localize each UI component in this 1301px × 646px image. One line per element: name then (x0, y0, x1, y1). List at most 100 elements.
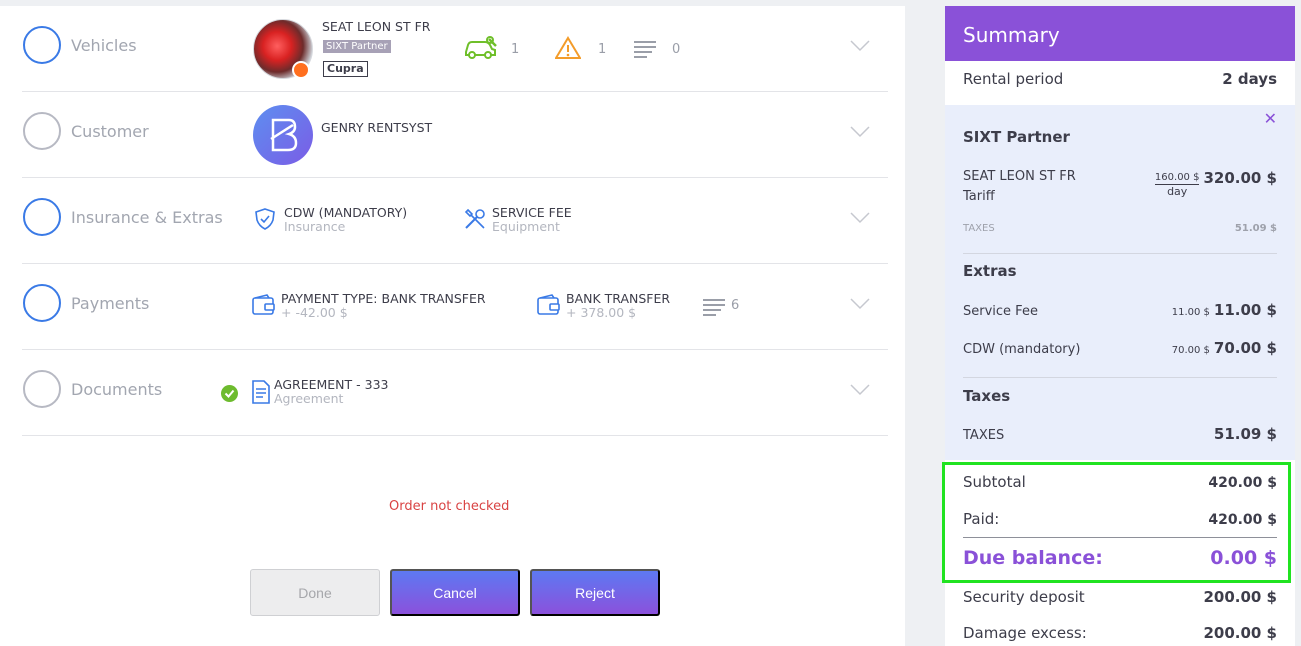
unit-price: 160.00 $ (1154, 172, 1200, 185)
taxes-small-label: TAXES (963, 223, 995, 234)
summary-panel: Summary Rental period 2 days ✕ SIXT Part… (945, 6, 1295, 646)
paid-value: 420.00 $ (1208, 512, 1277, 528)
warning-icon (555, 36, 581, 60)
customer-name: GENRY RENTSYST (321, 120, 433, 135)
damage-excess-label: Damage excess: (963, 624, 1087, 642)
extra-label: Service Fee (963, 304, 1038, 319)
car-name: SEAT LEON ST FR (322, 19, 431, 34)
car-line2: Tariff (963, 189, 995, 204)
document-icon (251, 380, 271, 404)
extra-total: 11.00 $ (1213, 301, 1277, 319)
notes-icon (702, 298, 726, 316)
taxes-label: TAXES (963, 428, 1005, 443)
security-deposit-row: Security deposit 200.00 $ (963, 588, 1277, 606)
taxes-small-row: TAXES 51.09 $ (963, 223, 1277, 234)
status-dot (292, 61, 310, 79)
reject-button[interactable]: Reject (530, 569, 660, 616)
chevron-down-icon[interactable] (850, 126, 870, 138)
divider (963, 253, 1277, 254)
section-title-payments: Payments (71, 294, 150, 313)
customer-avatar (253, 105, 313, 165)
section-title-insurance: Insurance & Extras (71, 208, 223, 227)
chevron-down-icon[interactable] (850, 40, 870, 52)
taxes-small-value: 51.09 $ (1234, 223, 1277, 234)
done-button[interactable]: Done (250, 569, 380, 616)
extra-row: CDW (mandatory) 70.00 $70.00 $ (963, 338, 1277, 357)
divider (963, 537, 1277, 538)
taxes-title: Taxes (963, 387, 1011, 405)
insurance-item-sub: Insurance (284, 219, 346, 234)
cancel-button[interactable]: Cancel (390, 569, 520, 616)
chevron-down-icon[interactable] (850, 298, 870, 310)
step-circle-documents (23, 370, 61, 408)
shield-icon (255, 208, 275, 230)
check-circle-icon (221, 385, 238, 402)
warning-count: 1 (598, 42, 607, 57)
extra-item-sub: Equipment (492, 219, 560, 234)
security-deposit-label: Security deposit (963, 588, 1085, 606)
section-insurance-extras[interactable]: Insurance & Extras CDW (MANDATORY) Insur… (22, 178, 888, 264)
paid-row: Paid: 420.00 $ (963, 510, 1277, 528)
step-circle-payments (23, 284, 61, 322)
car-line1: SEAT LEON ST FR (963, 169, 1076, 184)
payment-item-amount: + -42.00 $ (281, 305, 348, 320)
section-customer[interactable]: Customer GENRY RENTSYST (22, 92, 888, 178)
car-tariff-label: SEAT LEON ST FR Tariff (963, 167, 1076, 207)
tools-icon (463, 207, 487, 231)
step-circle-vehicles (23, 26, 61, 64)
subtotal-row: Subtotal 420.00 $ (963, 473, 1277, 491)
order-status: Order not checked (389, 499, 510, 514)
damage-excess-value: 200.00 $ (1203, 624, 1277, 642)
notes-icon (633, 40, 657, 58)
close-icon[interactable]: ✕ (1264, 109, 1277, 128)
section-title-vehicles: Vehicles (71, 36, 137, 55)
divider (963, 377, 1277, 378)
chevron-down-icon[interactable] (850, 212, 870, 224)
extra-item-title: SERVICE FEE (492, 205, 572, 220)
order-panel: Vehicles SEAT LEON ST FR SIXT Partner Cu… (0, 6, 905, 646)
due-balance-row: Due balance: 0.00 $ (963, 547, 1277, 569)
partner-tag: SIXT Partner (323, 40, 391, 53)
due-balance-label: Due balance: (963, 547, 1103, 569)
car-price: 160.00 $ day 320.00 $ (1154, 169, 1277, 198)
document-title: AGREEMENT - 333 (274, 377, 389, 392)
payment-item-title: BANK TRANSFER (566, 291, 671, 306)
security-deposit-value: 200.00 $ (1203, 588, 1277, 606)
notes-count: 6 (731, 298, 740, 313)
due-balance-value: 0.00 $ (1210, 547, 1277, 569)
car-tariff-row: SEAT LEON ST FR Tariff 160.00 $ day 320.… (963, 167, 1277, 207)
step-circle-insurance (23, 198, 61, 236)
section-documents[interactable]: Documents AGREEMENT - 333 Agreement (22, 350, 888, 436)
wallet-icon (537, 294, 561, 316)
unit: day (1167, 185, 1188, 198)
extra-row: Service Fee 11.00 $11.00 $ (963, 300, 1277, 319)
rental-period-label: Rental period (963, 70, 1064, 88)
rental-period-value: 2 days (1222, 70, 1277, 88)
maintenance-count: 1 (511, 42, 520, 57)
extra-unit: 11.00 $ (1171, 307, 1210, 318)
extras-title: Extras (963, 262, 1017, 280)
subtotal-label: Subtotal (963, 473, 1026, 491)
section-vehicles[interactable]: Vehicles SEAT LEON ST FR SIXT Partner Cu… (22, 6, 888, 92)
document-type: Agreement (274, 391, 344, 406)
unit-price-fraction: 160.00 $ day (1154, 172, 1200, 198)
damage-excess-row: Damage excess: 200.00 $ (963, 624, 1277, 642)
summary-details (945, 105, 1295, 460)
paid-label: Paid: (963, 510, 1000, 528)
section-title-documents: Documents (71, 380, 163, 399)
taxes-row: TAXES 51.09 $ (963, 425, 1277, 443)
notes-count: 0 (672, 42, 681, 57)
taxes-value: 51.09 $ (1213, 425, 1277, 443)
section-title-customer: Customer (71, 122, 149, 141)
subtotal-value: 420.00 $ (1208, 475, 1277, 491)
payment-item-amount: + 378.00 $ (566, 305, 637, 320)
extra-label: CDW (mandatory) (963, 342, 1081, 357)
summary-title: Summary (945, 6, 1295, 61)
insurance-item-title: CDW (MANDATORY) (284, 205, 408, 220)
section-payments[interactable]: Payments PAYMENT TYPE: BANK TRANSFER + -… (22, 264, 888, 350)
rental-period-row: Rental period 2 days (963, 70, 1277, 88)
brand-tag: Cupra (323, 61, 368, 77)
extra-total: 70.00 $ (1213, 339, 1277, 357)
chevron-down-icon[interactable] (850, 384, 870, 396)
car-total: 320.00 $ (1203, 169, 1277, 187)
